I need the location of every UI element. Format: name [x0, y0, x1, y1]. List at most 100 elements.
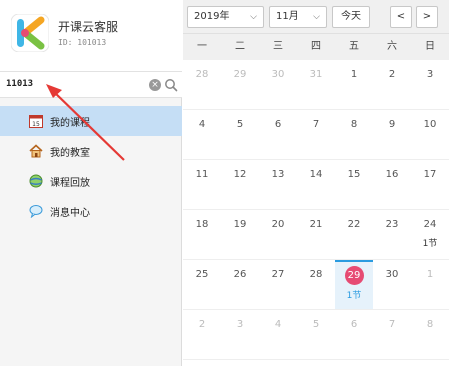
- day-number: 6: [274, 119, 282, 130]
- calendar-week-row: 18 19 20 21 22 23 24 1节: [183, 210, 449, 260]
- sidebar-item-playback[interactable]: 课程回放: [0, 166, 182, 196]
- calendar-day[interactable]: 14: [297, 160, 335, 209]
- sidebar-item-label: 课程回放: [50, 177, 90, 189]
- year-select[interactable]: 2019年 ⌵: [187, 6, 264, 28]
- day-number: 24: [423, 219, 437, 230]
- calendar-day[interactable]: 17: [411, 160, 449, 209]
- day-number: 17: [423, 169, 437, 180]
- month-select[interactable]: 11月 ⌵: [269, 6, 327, 28]
- day-number: 4: [198, 119, 206, 130]
- calendar-day[interactable]: 8: [335, 110, 373, 159]
- sidebar-item-label: 消息中心: [50, 207, 90, 219]
- weekday-label: 一: [197, 41, 207, 52]
- house-icon: [29, 144, 43, 158]
- calendar-day[interactable]: 8: [411, 310, 449, 359]
- day-number: 7: [312, 119, 320, 130]
- weekday-label: 三: [273, 41, 283, 52]
- calendar-day[interactable]: 13: [259, 160, 297, 209]
- app-title: 开课云客服: [58, 20, 119, 34]
- calendar-day[interactable]: 28: [183, 60, 221, 109]
- calendar-day[interactable]: 31: [297, 60, 335, 109]
- calendar-day[interactable]: 5: [297, 310, 335, 359]
- calendar-day-today[interactable]: 29 1节: [335, 260, 373, 309]
- calendar-day[interactable]: 12: [221, 160, 259, 209]
- sidebar-item-label: 我的课程: [50, 117, 90, 129]
- calendar-day[interactable]: 29: [221, 60, 259, 109]
- calendar-day[interactable]: 27: [259, 260, 297, 309]
- day-number: 13: [271, 169, 285, 180]
- day-number: 31: [309, 69, 323, 80]
- calendar-day[interactable]: 21: [297, 210, 335, 259]
- weekday-label: 五: [349, 41, 359, 52]
- day-number: 15: [347, 169, 361, 180]
- day-number: 21: [309, 219, 323, 230]
- day-number: 16: [385, 169, 399, 180]
- next-month-button[interactable]: >: [416, 6, 438, 28]
- day-number: 7: [388, 319, 396, 330]
- search-input[interactable]: 11013: [6, 79, 33, 89]
- sidebar-item-my-courses[interactable]: 15 我的课程: [0, 106, 182, 136]
- calendar-day[interactable]: 11: [183, 160, 221, 209]
- sidebar: 开课云客服 ID: 101013 11013 × 15 我的课程 我的教室 课程…: [0, 0, 182, 366]
- calendar-day[interactable]: 22: [335, 210, 373, 259]
- calendar-day[interactable]: 23: [373, 210, 411, 259]
- calendar-day[interactable]: 7: [373, 310, 411, 359]
- calendar-day[interactable]: 1: [411, 260, 449, 309]
- today-button[interactable]: 今天: [332, 6, 370, 28]
- day-number: 6: [350, 319, 358, 330]
- calendar-day[interactable]: 9: [373, 110, 411, 159]
- calendar-day[interactable]: 7: [297, 110, 335, 159]
- calendar-day[interactable]: 20: [259, 210, 297, 259]
- calendar-day[interactable]: 25: [183, 260, 221, 309]
- calendar-day[interactable]: 4: [259, 310, 297, 359]
- day-number: 11: [195, 169, 209, 180]
- sidebar-item-my-classroom[interactable]: 我的教室: [0, 136, 182, 166]
- calendar-day[interactable]: 2: [183, 310, 221, 359]
- calendar-day[interactable]: 2: [373, 60, 411, 109]
- sidebar-item-messages[interactable]: 消息中心: [0, 196, 182, 226]
- calendar-day[interactable]: 19: [221, 210, 259, 259]
- calendar-day[interactable]: 24 1节: [411, 210, 449, 259]
- day-number: 1: [350, 69, 358, 80]
- day-number: 5: [312, 319, 320, 330]
- calendar-day[interactable]: 3: [221, 310, 259, 359]
- svg-text:15: 15: [32, 121, 40, 128]
- calendar-day[interactable]: 26: [221, 260, 259, 309]
- day-number: 20: [271, 219, 285, 230]
- calendar-day[interactable]: 6: [259, 110, 297, 159]
- day-number: 30: [385, 269, 399, 280]
- day-number: 22: [347, 219, 361, 230]
- calendar-day[interactable]: 15: [335, 160, 373, 209]
- calendar-day[interactable]: 16: [373, 160, 411, 209]
- day-number: 18: [195, 219, 209, 230]
- calendar-day[interactable]: 30: [259, 60, 297, 109]
- calendar-day[interactable]: 28: [297, 260, 335, 309]
- app-logo-icon: [11, 14, 49, 52]
- calendar-day[interactable]: 30: [373, 260, 411, 309]
- calendar-day[interactable]: 18: [183, 210, 221, 259]
- day-number: 27: [271, 269, 285, 280]
- day-number: 28: [195, 69, 209, 80]
- calendar-day[interactable]: 3: [411, 60, 449, 109]
- calendar-icon: 15: [29, 115, 43, 128]
- chevron-down-icon: ⌵: [313, 12, 320, 22]
- prev-month-button[interactable]: <: [390, 6, 412, 28]
- calendar-day[interactable]: 4: [183, 110, 221, 159]
- day-number: 2: [198, 319, 206, 330]
- day-number: 12: [233, 169, 247, 180]
- calendar-day[interactable]: 5: [221, 110, 259, 159]
- day-number: 8: [426, 319, 434, 330]
- search-icon[interactable]: [164, 78, 178, 92]
- clear-icon[interactable]: ×: [149, 79, 161, 91]
- calendar-day[interactable]: 6: [335, 310, 373, 359]
- calendar-week-row: 2 3 4 5 6 7 8: [183, 310, 449, 360]
- day-number: 28: [309, 269, 323, 280]
- app-window: 开课云客服 ID: 101013 11013 × 15 我的课程 我的教室 课程…: [0, 0, 449, 366]
- playback-icon: [29, 174, 43, 188]
- day-number: 19: [233, 219, 247, 230]
- day-number: 1: [426, 269, 434, 280]
- day-number: 3: [236, 319, 244, 330]
- calendar-day[interactable]: 10: [411, 110, 449, 159]
- day-number: 5: [236, 119, 244, 130]
- calendar-day[interactable]: 1: [335, 60, 373, 109]
